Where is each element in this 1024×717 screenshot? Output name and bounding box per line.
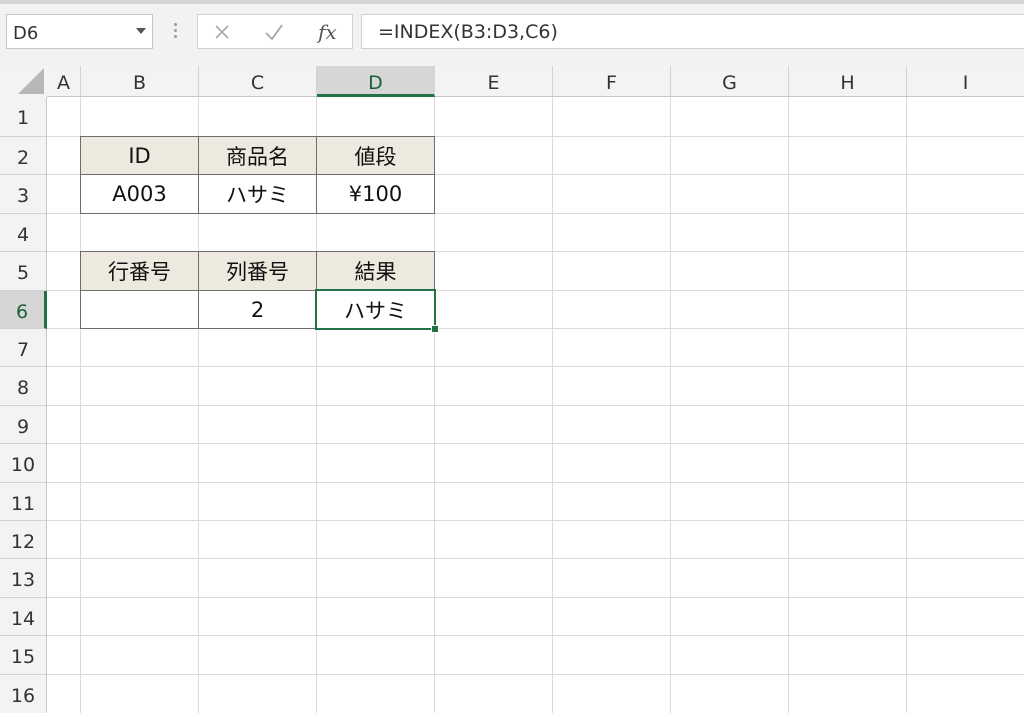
- column-header-b[interactable]: B: [81, 66, 199, 96]
- fill-handle[interactable]: [431, 325, 439, 333]
- row-header-16[interactable]: 16: [0, 675, 47, 713]
- row-header-14[interactable]: 14: [0, 598, 47, 636]
- cell-d5[interactable]: 結果: [316, 251, 435, 291]
- select-all-button[interactable]: [0, 66, 47, 97]
- column-header-h[interactable]: H: [789, 66, 907, 96]
- cell-c3[interactable]: ハサミ: [198, 174, 317, 214]
- row-header-7[interactable]: 7: [0, 329, 47, 367]
- column-header-a[interactable]: A: [47, 66, 81, 96]
- cell-c6[interactable]: 2: [198, 290, 317, 329]
- row-header-2[interactable]: 2: [0, 137, 47, 175]
- name-box-value: D6: [13, 23, 39, 44]
- column-header-f[interactable]: F: [553, 66, 671, 96]
- row-header-15[interactable]: 15: [0, 636, 47, 675]
- column-header-e[interactable]: E: [435, 66, 553, 96]
- check-icon[interactable]: [264, 23, 284, 41]
- cell-d3[interactable]: ¥100: [316, 174, 435, 214]
- chevron-down-icon[interactable]: [136, 28, 146, 34]
- row-header-3[interactable]: 3: [0, 175, 47, 214]
- close-icon[interactable]: [214, 24, 230, 40]
- insert-function-button[interactable]: fx: [318, 20, 337, 44]
- cell-b5[interactable]: 行番号: [80, 251, 199, 291]
- column-header-g[interactable]: G: [671, 66, 789, 96]
- row-header-10[interactable]: 10: [0, 444, 47, 483]
- name-box[interactable]: D6: [6, 14, 153, 49]
- formula-text: =INDEX(B3:D3,C6): [378, 21, 558, 43]
- cell-b3[interactable]: A003: [80, 174, 199, 214]
- spreadsheet-grid[interactable]: A B C D E F G H I 1 2 3 4 5 6 7 8 9 10 1…: [0, 66, 1024, 713]
- row-header-8[interactable]: 8: [0, 367, 47, 406]
- cell-c5[interactable]: 列番号: [198, 251, 317, 291]
- more-options-icon[interactable]: [170, 20, 180, 42]
- column-header-row: A B C D E F G H I: [0, 66, 1024, 97]
- row-header-1[interactable]: 1: [0, 97, 47, 137]
- row-header-6[interactable]: 6: [0, 291, 47, 329]
- column-header-c[interactable]: C: [199, 66, 317, 96]
- column-header-i[interactable]: I: [907, 66, 1024, 96]
- cell-b2[interactable]: ID: [80, 136, 199, 175]
- row-header-12[interactable]: 12: [0, 521, 47, 559]
- row-header-11[interactable]: 11: [0, 483, 47, 521]
- formula-bar: D6 fx =INDEX(B3:D3,C6): [0, 4, 1024, 66]
- formula-input[interactable]: =INDEX(B3:D3,C6): [361, 14, 1024, 49]
- cell-d6[interactable]: ハサミ: [316, 290, 435, 329]
- formula-buttons: fx: [197, 14, 353, 49]
- cell-b6[interactable]: [80, 290, 199, 329]
- row-header-5[interactable]: 5: [0, 252, 47, 291]
- cell-c2[interactable]: 商品名: [198, 136, 317, 175]
- row-header-9[interactable]: 9: [0, 406, 47, 444]
- column-header-d[interactable]: D: [317, 66, 435, 97]
- row-header-13[interactable]: 13: [0, 559, 47, 598]
- row-header-4[interactable]: 4: [0, 214, 47, 252]
- cell-d2[interactable]: 値段: [316, 136, 435, 175]
